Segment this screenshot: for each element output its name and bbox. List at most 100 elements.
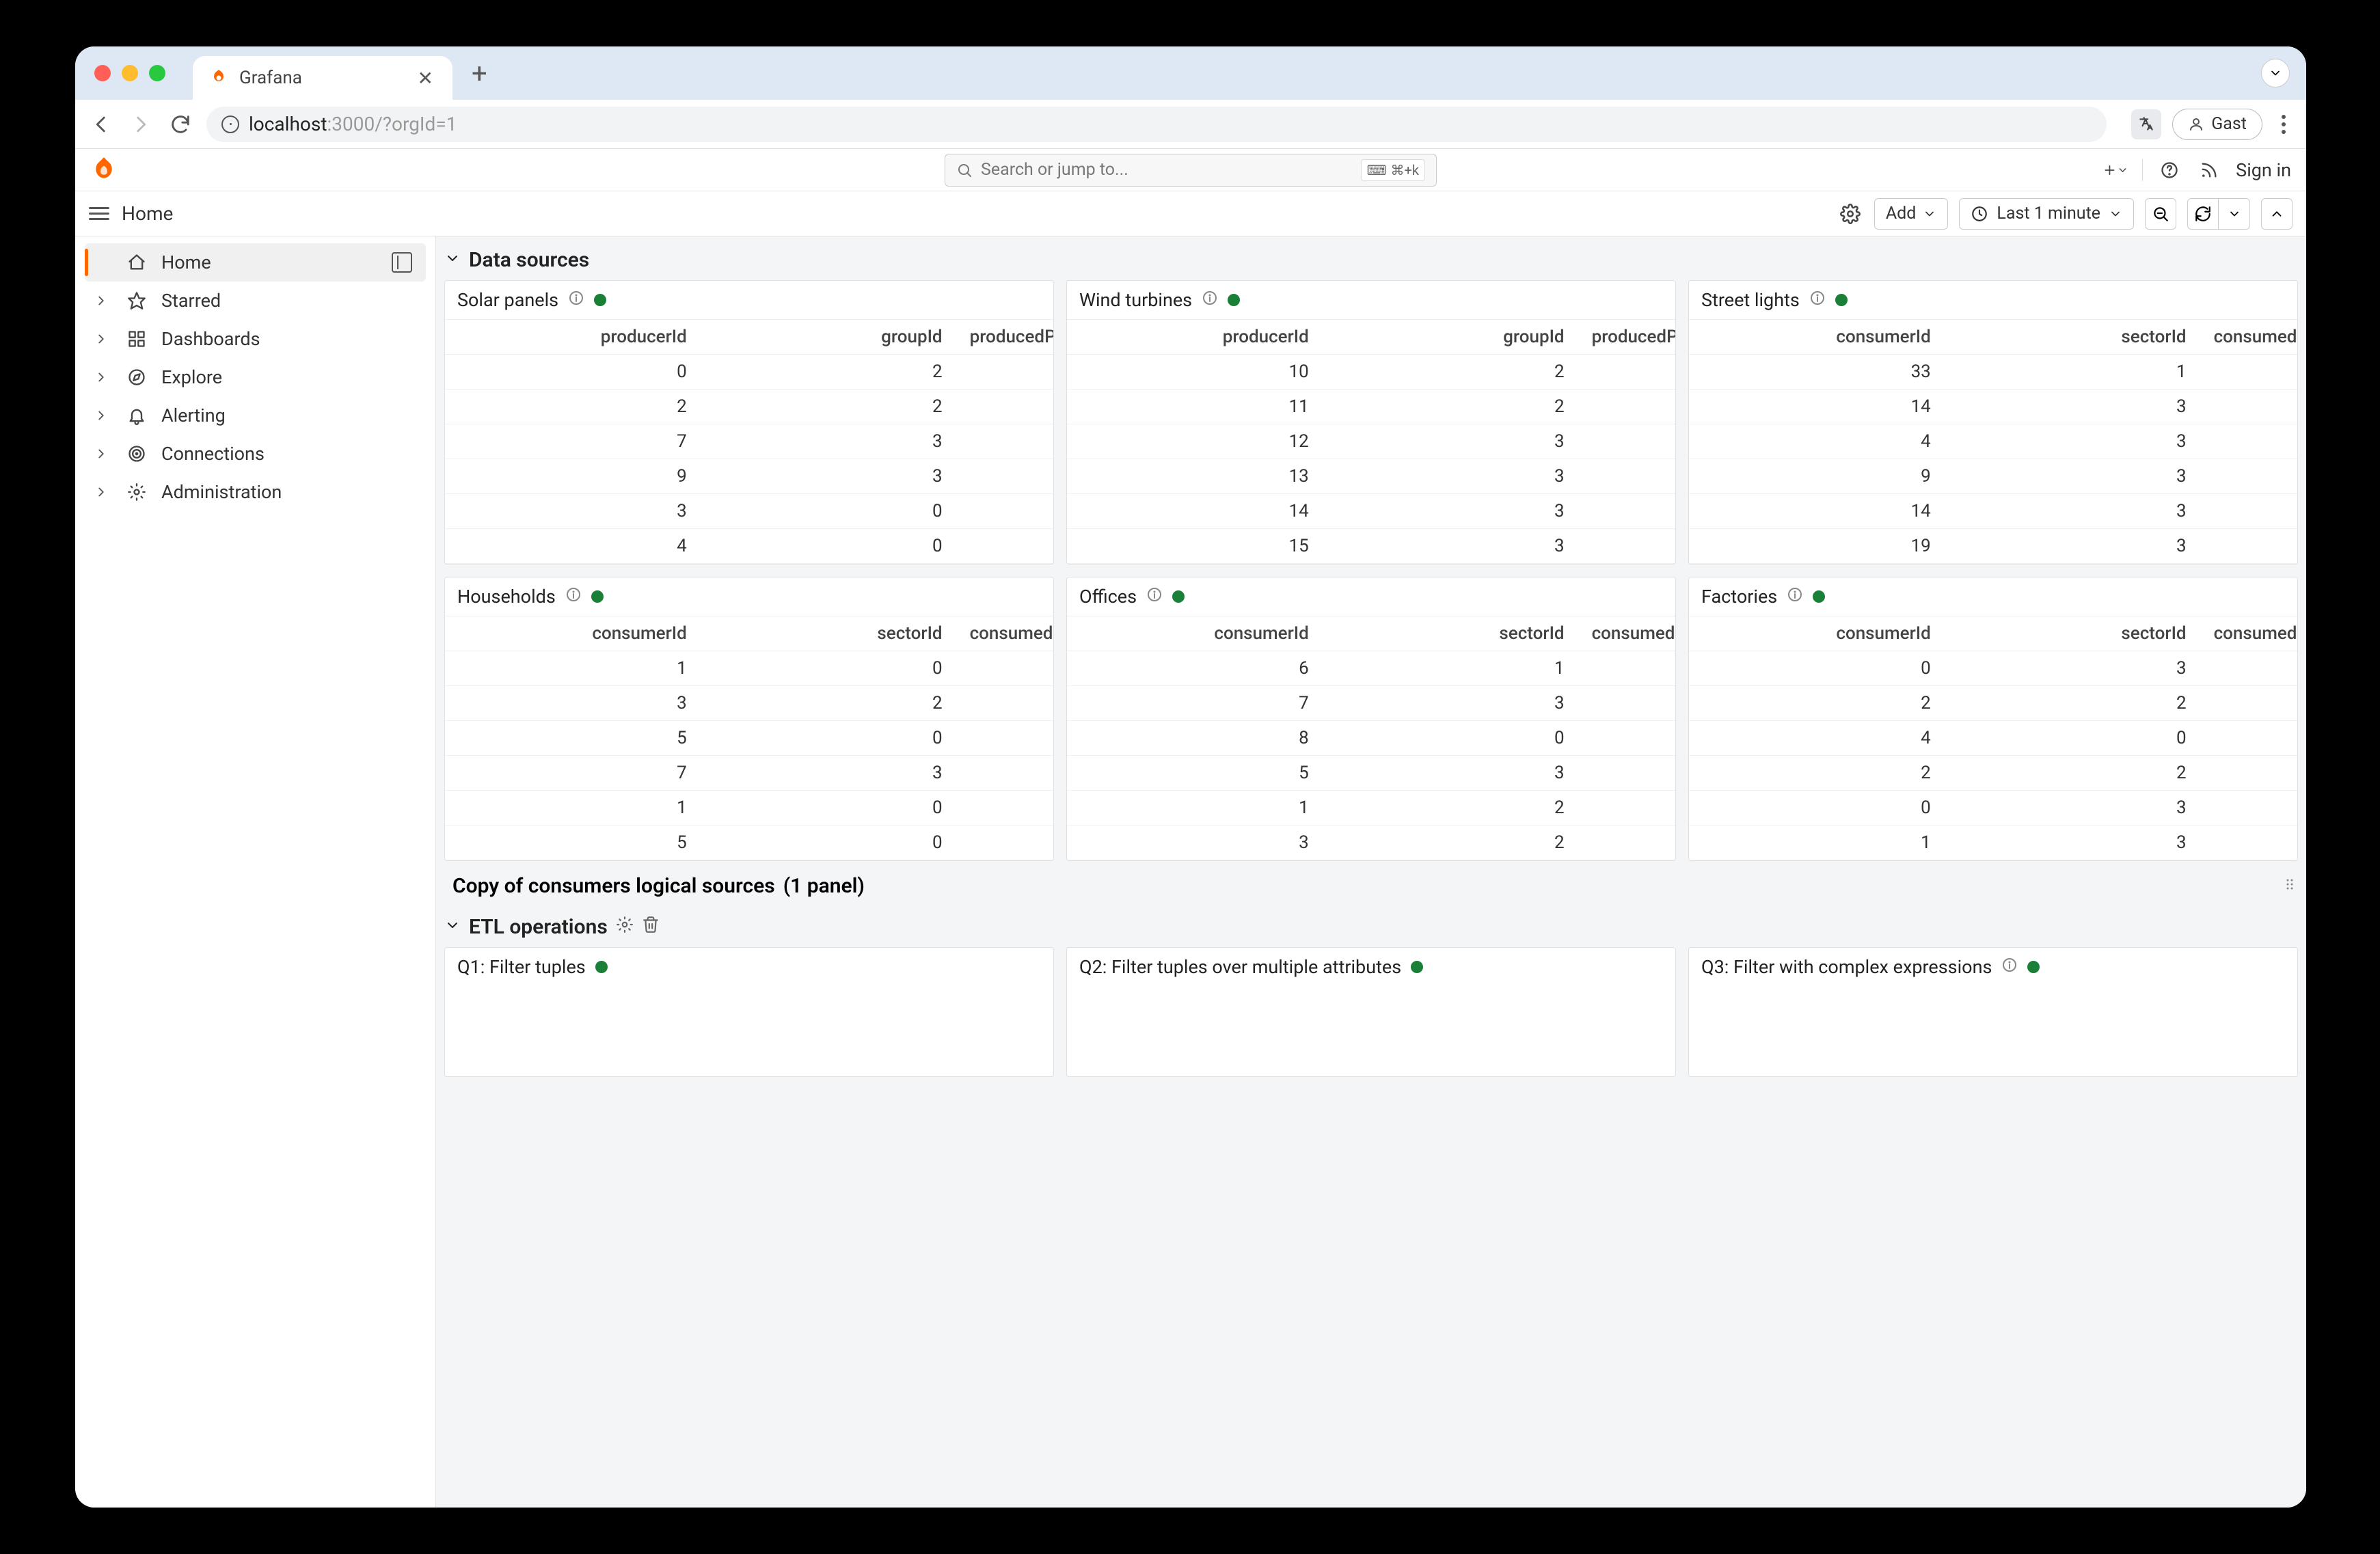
- table-row[interactable]: 22: [1689, 686, 2297, 721]
- info-icon[interactable]: [1202, 289, 1218, 311]
- panel-header[interactable]: Offices: [1067, 577, 1675, 616]
- sidebar-item-home[interactable]: Home: [85, 243, 426, 282]
- table-row[interactable]: 143: [1067, 494, 1675, 529]
- menu-toggle-button[interactable]: [89, 207, 109, 220]
- table-row[interactable]: 40: [445, 529, 1053, 564]
- table-row[interactable]: 50: [445, 721, 1053, 756]
- row-data-sources[interactable]: Data sources: [444, 236, 2298, 276]
- window-close-button[interactable]: [94, 65, 111, 81]
- table-row[interactable]: 73: [1067, 686, 1675, 721]
- table-row[interactable]: 53: [1067, 756, 1675, 791]
- table-row[interactable]: 331: [1689, 355, 2297, 390]
- row-delete-icon[interactable]: [642, 915, 660, 939]
- col-header[interactable]: producedP: [956, 320, 1053, 355]
- nav-reload-button[interactable]: [167, 111, 194, 138]
- sidebar-item-connections[interactable]: Connections: [75, 435, 435, 473]
- sidebar-item-dashboards[interactable]: Dashboards: [75, 320, 435, 358]
- panel-header[interactable]: Q3: Filter with complex expressions: [1689, 948, 2297, 986]
- col-header[interactable]: sectorId: [1945, 616, 2200, 651]
- new-tab-button[interactable]: +: [472, 57, 487, 90]
- info-icon[interactable]: [1146, 586, 1163, 608]
- col-header[interactable]: consumerId: [1067, 616, 1323, 651]
- col-header[interactable]: producedP: [1578, 320, 1675, 355]
- table-row[interactable]: 61: [1067, 651, 1675, 686]
- info-icon[interactable]: [1809, 289, 1826, 311]
- sidebar-item-administration[interactable]: Administration: [75, 473, 435, 511]
- zoom-out-button[interactable]: [2145, 198, 2176, 230]
- col-header[interactable]: consumerId: [1689, 616, 1945, 651]
- breadcrumb[interactable]: Home: [122, 202, 173, 225]
- table-row[interactable]: 12: [1067, 791, 1675, 826]
- col-header[interactable]: consumerId: [445, 616, 701, 651]
- col-header[interactable]: sectorId: [1323, 616, 1578, 651]
- panel-header[interactable]: Street lights: [1689, 281, 2297, 319]
- panel-households[interactable]: HouseholdsconsumerIdsectorIdconsumedP103…: [444, 577, 1054, 861]
- refresh-button[interactable]: [2187, 198, 2219, 230]
- sidebar-item-starred[interactable]: Starred: [75, 282, 435, 320]
- info-icon[interactable]: [1787, 586, 1803, 608]
- info-icon[interactable]: [2001, 956, 2018, 978]
- col-header[interactable]: groupId: [701, 320, 956, 355]
- panel-header[interactable]: Wind turbines: [1067, 281, 1675, 319]
- table-row[interactable]: 30: [445, 494, 1053, 529]
- table-row[interactable]: 32: [445, 686, 1053, 721]
- col-header[interactable]: sectorId: [701, 616, 956, 651]
- panel-street-lights[interactable]: Street lightsconsumerIdsectorIdconsumedP…: [1688, 280, 2298, 564]
- panel-solar-panels[interactable]: Solar panelsproducerIdgroupIdproducedP02…: [444, 280, 1054, 564]
- col-header[interactable]: consumedP: [2200, 616, 2297, 651]
- table-row[interactable]: 102: [1067, 355, 1675, 390]
- col-header[interactable]: producerId: [445, 320, 701, 355]
- time-range-picker[interactable]: Last 1 minute: [1959, 198, 2134, 230]
- profile-button[interactable]: Gast: [2172, 109, 2262, 140]
- panel-offices[interactable]: OfficesconsumerIdsectorIdconsumedP617380…: [1066, 577, 1676, 861]
- table-row[interactable]: 93: [1689, 459, 2297, 494]
- help-button[interactable]: [2156, 157, 2182, 183]
- col-header[interactable]: consumedP: [2200, 320, 2297, 355]
- nav-back-button[interactable]: [87, 111, 115, 138]
- translate-button[interactable]: [2131, 109, 2161, 139]
- collapse-sidebar-button[interactable]: [392, 252, 412, 273]
- sign-in-link[interactable]: Sign in: [2236, 159, 2291, 181]
- panel-q2-filter-tuples-over-multiple-attributes[interactable]: Q2: Filter tuples over multiple attribut…: [1066, 947, 1676, 1077]
- browser-menu-button[interactable]: [2273, 109, 2294, 139]
- row-copy-consumers[interactable]: Copy of consumers logical sources (1 pan…: [444, 861, 2298, 903]
- row-settings-icon[interactable]: [616, 915, 634, 939]
- sidebar-item-explore[interactable]: Explore: [75, 358, 435, 396]
- panel-q3-filter-with-complex-expressions[interactable]: Q3: Filter with complex expressions: [1688, 947, 2298, 1077]
- panel-q1-filter-tuples[interactable]: Q1: Filter tuples: [444, 947, 1054, 1077]
- col-header[interactable]: sectorId: [1945, 320, 2200, 355]
- topbar-add-button[interactable]: [2102, 157, 2128, 183]
- table-row[interactable]: 40: [1689, 721, 2297, 756]
- window-maximize-button[interactable]: [149, 65, 165, 81]
- table-row[interactable]: 13: [1689, 826, 2297, 860]
- table-row[interactable]: 93: [445, 459, 1053, 494]
- col-header[interactable]: producerId: [1067, 320, 1323, 355]
- nav-forward-button[interactable]: [127, 111, 154, 138]
- table-row[interactable]: 10: [445, 791, 1053, 826]
- info-icon[interactable]: [565, 586, 582, 608]
- table-row[interactable]: 03: [1689, 651, 2297, 686]
- row-etl-operations[interactable]: ETL operations: [444, 903, 2298, 943]
- table-row[interactable]: 193: [1689, 529, 2297, 564]
- table-row[interactable]: 02: [445, 355, 1053, 390]
- table-row[interactable]: 32: [1067, 826, 1675, 860]
- panel-header[interactable]: Factories: [1689, 577, 2297, 616]
- table-row[interactable]: 153: [1067, 529, 1675, 564]
- table-row[interactable]: 143: [1689, 494, 2297, 529]
- table-row[interactable]: 22: [445, 390, 1053, 424]
- col-header[interactable]: consumedP: [956, 616, 1053, 651]
- table-row[interactable]: 143: [1689, 390, 2297, 424]
- col-header[interactable]: consumerId: [1689, 320, 1945, 355]
- col-header[interactable]: consumedP: [1578, 616, 1675, 651]
- add-panel-button[interactable]: Add: [1874, 198, 1949, 230]
- panel-wind-turbines[interactable]: Wind turbinesproducerIdgroupIdproducedP1…: [1066, 280, 1676, 564]
- table-row[interactable]: 50: [445, 826, 1053, 860]
- table-row[interactable]: 43: [1689, 424, 2297, 459]
- refresh-interval-button[interactable]: [2219, 198, 2250, 230]
- address-input[interactable]: localhost:3000/?orgId=1: [206, 107, 2107, 142]
- rss-button[interactable]: [2196, 157, 2222, 183]
- table-row[interactable]: 112: [1067, 390, 1675, 424]
- info-icon[interactable]: [568, 289, 584, 311]
- panel-header[interactable]: Q1: Filter tuples: [445, 948, 1053, 986]
- global-search[interactable]: Search or jump to... ⌨ ⌘+k: [945, 154, 1437, 187]
